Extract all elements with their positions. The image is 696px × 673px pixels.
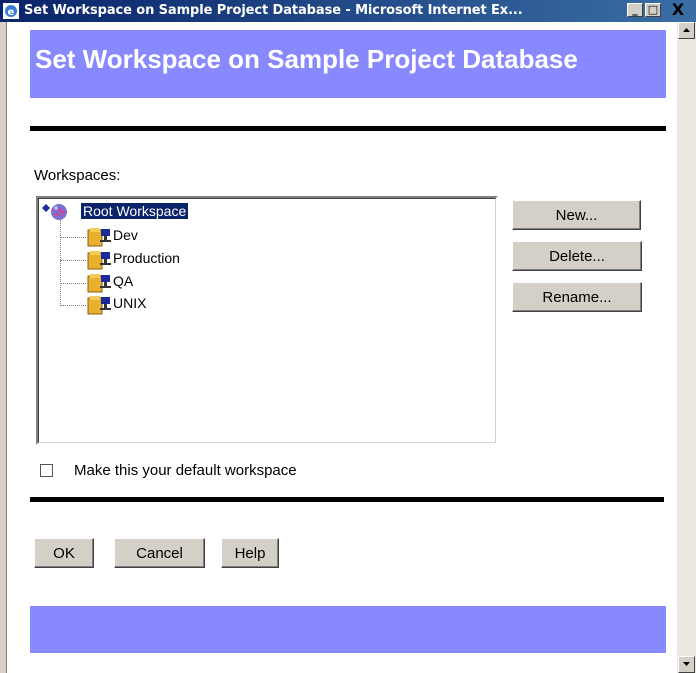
- tree-connector: [60, 220, 61, 304]
- divider-top: [30, 126, 666, 131]
- page-content: Set Workspace on Sample Project Database…: [6, 22, 678, 673]
- tree-item-label: Root Workspace: [81, 203, 189, 219]
- workspace-folder-icon: [87, 296, 111, 315]
- divider-bottom: [30, 497, 664, 502]
- maximize-icon: □: [647, 3, 659, 16]
- tree-item-label: QA: [113, 273, 134, 289]
- svg-text:e: e: [8, 7, 15, 18]
- minimize-button[interactable]: _: [627, 3, 643, 17]
- window-title: Set Workspace on Sample Project Database…: [24, 3, 523, 18]
- maximize-button[interactable]: □: [645, 3, 661, 17]
- default-workspace-checkbox[interactable]: [40, 464, 53, 477]
- window-title-bar[interactable]: e Set Workspace on Sample Project Databa…: [0, 0, 696, 22]
- new-workspace-button[interactable]: New...: [512, 200, 641, 230]
- tree-item-label: UNIX: [113, 295, 147, 311]
- workspace-folder-icon: [87, 228, 111, 247]
- cancel-button[interactable]: Cancel: [114, 538, 205, 568]
- minimize-icon: _: [632, 3, 638, 16]
- tree-connector: [60, 237, 86, 238]
- tree-item-unix[interactable]: UNIX: [86, 294, 226, 315]
- vertical-scrollbar[interactable]: [677, 22, 696, 673]
- tree-item-label: Production: [113, 250, 180, 266]
- internet-explorer-icon: e: [3, 3, 19, 19]
- tree-item-production[interactable]: Production: [86, 249, 226, 270]
- workspace-folder-icon: [87, 251, 111, 270]
- tree-item-root-workspace[interactable]: Root Workspace: [42, 202, 222, 222]
- tree-item-dev[interactable]: Dev: [86, 226, 226, 247]
- scroll-down-arrow-icon: [683, 662, 690, 666]
- close-button[interactable]: X: [665, 0, 691, 19]
- scroll-up-arrow-icon: [683, 28, 690, 32]
- delete-workspace-button[interactable]: Delete...: [512, 241, 642, 271]
- tree-connector: [60, 283, 86, 284]
- workspaces-label: Workspaces:: [34, 167, 121, 184]
- help-button[interactable]: Help: [221, 538, 279, 568]
- tree-connector: [60, 305, 86, 306]
- tree-item-label: Dev: [113, 227, 138, 243]
- default-workspace-label: Make this your default workspace: [74, 462, 297, 479]
- ok-button[interactable]: OK: [34, 538, 94, 568]
- workspace-folder-icon: [87, 274, 111, 293]
- close-icon: X: [671, 0, 685, 19]
- scroll-up-button[interactable]: [678, 22, 695, 39]
- page-title: Set Workspace on Sample Project Database: [35, 44, 578, 74]
- header-banner: Set Workspace on Sample Project Database: [30, 30, 666, 98]
- rename-workspace-button[interactable]: Rename...: [512, 282, 642, 312]
- tree-item-qa[interactable]: QA: [86, 272, 226, 293]
- footer-banner: [30, 606, 666, 653]
- expand-diamond-icon: [42, 204, 50, 212]
- workspace-tree[interactable]: Root Workspace Dev Production QA UNIX: [36, 196, 498, 445]
- globe-icon: [51, 204, 67, 220]
- scroll-down-button[interactable]: [678, 656, 695, 673]
- tree-connector: [60, 260, 86, 261]
